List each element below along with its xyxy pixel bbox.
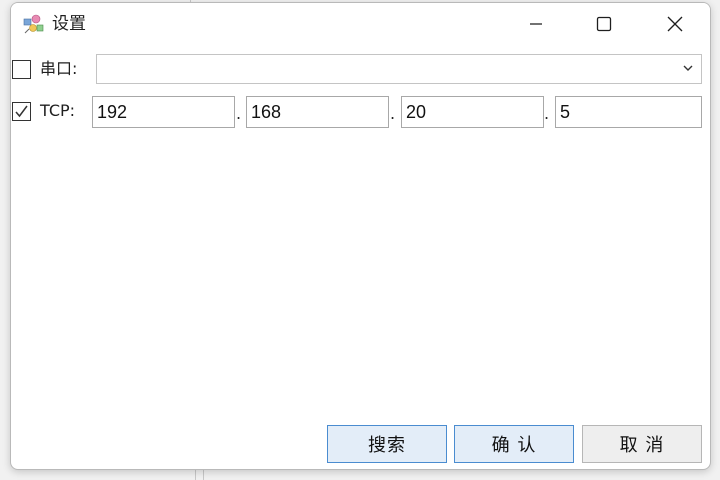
ip-octet-1-input[interactable]: 192 xyxy=(92,96,235,128)
serial-port-select[interactable] xyxy=(96,54,702,84)
serial-checkbox[interactable] xyxy=(12,60,31,79)
ip-separator: . xyxy=(390,104,396,123)
ip-octet-3-input[interactable]: 20 xyxy=(401,96,544,128)
ip-separator: . xyxy=(236,104,242,123)
window-title: 设置 xyxy=(52,14,86,34)
minimize-icon xyxy=(530,23,542,25)
maximize-button[interactable] xyxy=(570,3,638,45)
title-bar[interactable]: 设置 xyxy=(11,3,710,45)
confirm-button[interactable]: 确 认 xyxy=(454,425,574,463)
tcp-checkbox[interactable] xyxy=(12,102,31,121)
app-icon xyxy=(23,13,45,35)
maximize-icon xyxy=(596,16,612,32)
cancel-button[interactable]: 取 消 xyxy=(582,425,702,463)
ip-octet-4-input[interactable]: 5 xyxy=(555,96,702,128)
minimize-button[interactable] xyxy=(502,3,570,45)
checkmark-icon xyxy=(15,105,28,118)
settings-dialog: 设置 串口: TCP: 192 . 168 . 20 . 5 搜索 确 认 取 … xyxy=(10,2,711,470)
serial-label: 串口: xyxy=(40,59,78,78)
close-button[interactable] xyxy=(641,3,709,45)
search-button[interactable]: 搜索 xyxy=(327,425,447,463)
tcp-label: TCP: xyxy=(40,101,76,120)
ip-octet-2-input[interactable]: 168 xyxy=(246,96,389,128)
close-icon xyxy=(667,16,683,32)
ip-separator: . xyxy=(544,104,550,123)
chevron-down-icon xyxy=(683,65,693,71)
